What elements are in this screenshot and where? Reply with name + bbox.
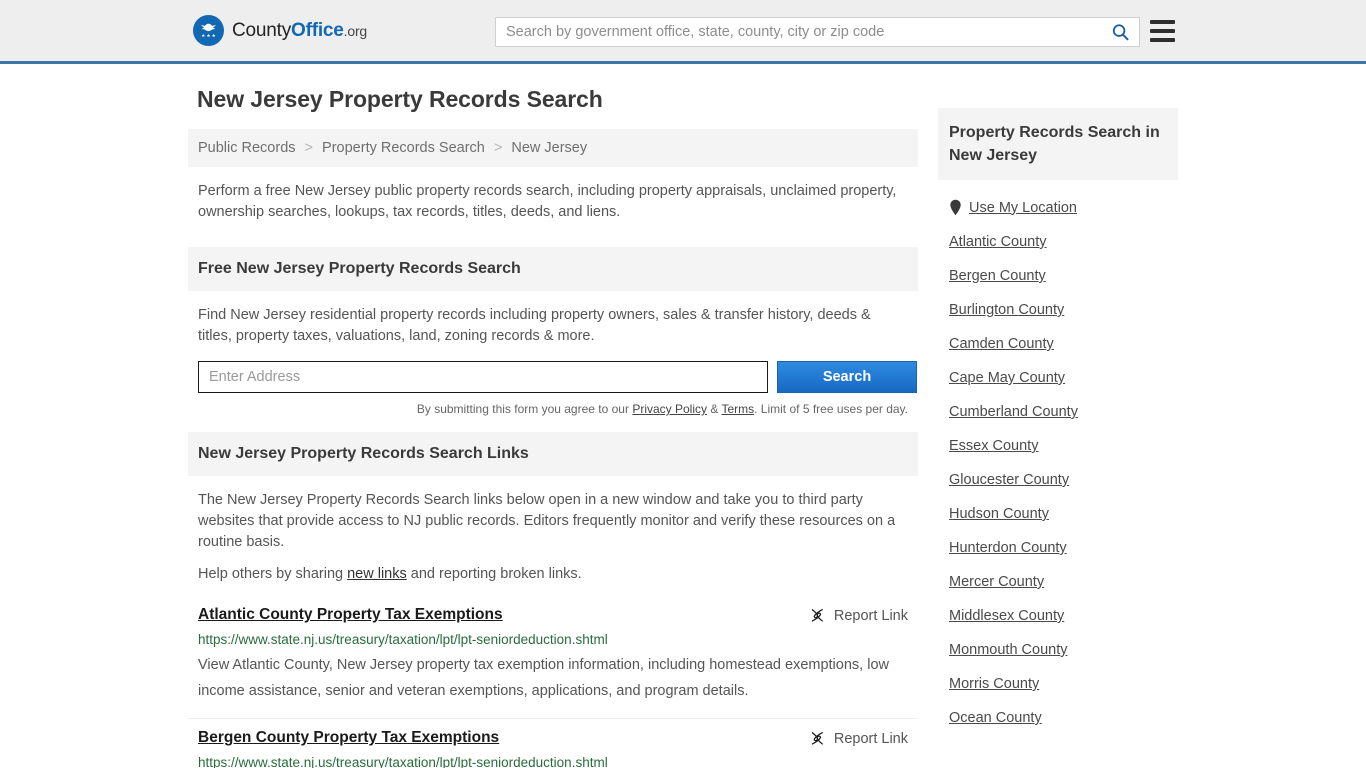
sidebar-item-county[interactable]: Mercer County bbox=[949, 565, 1167, 599]
main-content: New Jersey Property Records Search Publi… bbox=[188, 86, 918, 768]
link-result-item: Bergen County Property Tax Exemptions Re… bbox=[188, 719, 918, 768]
logo-text-office: Office bbox=[291, 20, 344, 41]
sidebar-item-county[interactable]: Morris County bbox=[949, 667, 1167, 701]
sidebar-item-county[interactable]: Atlantic County bbox=[949, 225, 1167, 259]
county-link[interactable]: Atlantic County bbox=[949, 234, 1047, 250]
result-description: View Atlantic County, New Jersey propert… bbox=[198, 652, 908, 704]
county-link[interactable]: Cape May County bbox=[949, 370, 1065, 386]
links-help-line: Help others by sharing new links and rep… bbox=[198, 564, 908, 585]
free-search-heading: Free New Jersey Property Records Search bbox=[188, 247, 918, 291]
legal-suffix: . Limit of 5 free uses per day. bbox=[754, 402, 908, 416]
county-link[interactable]: Burlington County bbox=[949, 302, 1064, 318]
result-title-link[interactable]: Atlantic County Property Tax Exemptions bbox=[198, 606, 503, 624]
sidebar: Property Records Search in New Jersey Us… bbox=[938, 86, 1178, 735]
eagle-shield-logo-icon bbox=[193, 15, 224, 46]
sidebar-item-county[interactable]: Gloucester County bbox=[949, 463, 1167, 497]
hamburger-bar bbox=[1150, 20, 1175, 24]
county-link[interactable]: Cumberland County bbox=[949, 404, 1078, 420]
sidebar-item-county[interactable]: Middlesex County bbox=[949, 599, 1167, 633]
report-link-label: Report Link bbox=[834, 731, 908, 747]
page-title: New Jersey Property Records Search bbox=[197, 86, 918, 113]
terms-link[interactable]: Terms bbox=[721, 402, 754, 416]
county-link[interactable]: Bergen County bbox=[949, 268, 1046, 284]
county-link[interactable]: Monmouth County bbox=[949, 642, 1067, 658]
breadcrumb-item-public-records[interactable]: Public Records bbox=[198, 140, 296, 156]
logo-text-org: .org bbox=[344, 23, 367, 39]
county-link[interactable]: Camden County bbox=[949, 336, 1054, 352]
result-url: https://www.state.nj.us/treasury/taxatio… bbox=[198, 755, 908, 768]
search-button[interactable]: Search bbox=[777, 361, 917, 393]
sidebar-item-county[interactable]: Hunterdon County bbox=[949, 531, 1167, 565]
hamburger-bar bbox=[1150, 29, 1175, 33]
site-logo[interactable]: CountyOffice.org bbox=[193, 15, 367, 46]
county-link[interactable]: Middlesex County bbox=[949, 608, 1064, 624]
result-title-link[interactable]: Bergen County Property Tax Exemptions bbox=[198, 729, 499, 747]
links-section-heading: New Jersey Property Records Search Links bbox=[188, 432, 918, 476]
free-search-description: Find New Jersey residential property rec… bbox=[198, 305, 908, 347]
help-prefix: Help others by sharing bbox=[198, 566, 347, 582]
sidebar-item-county[interactable]: Cumberland County bbox=[949, 395, 1167, 429]
new-links-link[interactable]: new links bbox=[347, 566, 407, 582]
sidebar-item-county[interactable]: Ocean County bbox=[949, 701, 1167, 735]
breadcrumb-separator: > bbox=[494, 140, 502, 156]
broken-link-icon bbox=[809, 730, 826, 747]
county-link[interactable]: Ocean County bbox=[949, 710, 1042, 726]
intro-paragraph: Perform a free New Jersey public propert… bbox=[188, 167, 918, 231]
links-section-paragraph: The New Jersey Property Records Search l… bbox=[198, 490, 908, 553]
map-pin-icon bbox=[949, 199, 962, 216]
breadcrumb-separator: > bbox=[305, 140, 313, 156]
report-link-button[interactable]: Report Link bbox=[809, 729, 908, 747]
help-suffix: and reporting broken links. bbox=[407, 566, 582, 582]
sidebar-item-county[interactable]: Bergen County bbox=[949, 259, 1167, 293]
report-link-button[interactable]: Report Link bbox=[809, 606, 908, 624]
county-link[interactable]: Essex County bbox=[949, 438, 1038, 454]
search-icon bbox=[1111, 23, 1130, 42]
sidebar-county-list: Use My Location Atlantic County Bergen C… bbox=[938, 180, 1178, 735]
broken-link-icon bbox=[809, 607, 826, 624]
sidebar-heading: Property Records Search in New Jersey bbox=[938, 108, 1178, 180]
page-body: New Jersey Property Records Search Publi… bbox=[0, 64, 1366, 768]
breadcrumb: Public Records > Property Records Search… bbox=[188, 129, 918, 167]
county-link[interactable]: Hudson County bbox=[949, 506, 1049, 522]
form-legal-text: By submitting this form you agree to our… bbox=[188, 402, 908, 416]
result-url: https://www.state.nj.us/treasury/taxatio… bbox=[198, 632, 908, 647]
breadcrumb-item-property-records-search[interactable]: Property Records Search bbox=[322, 140, 485, 156]
site-header: CountyOffice.org bbox=[0, 0, 1366, 64]
logo-wordmark: CountyOffice.org bbox=[232, 20, 367, 42]
link-result-item: Atlantic County Property Tax Exemptions … bbox=[188, 596, 918, 719]
sidebar-item-use-my-location[interactable]: Use My Location bbox=[949, 190, 1167, 225]
sidebar-item-county[interactable]: Monmouth County bbox=[949, 633, 1167, 667]
address-search-form: Search bbox=[198, 361, 908, 393]
hamburger-bar bbox=[1150, 38, 1175, 42]
privacy-policy-link[interactable]: Privacy Policy bbox=[632, 402, 707, 416]
county-link[interactable]: Morris County bbox=[949, 676, 1039, 692]
breadcrumb-item-new-jersey[interactable]: New Jersey bbox=[511, 140, 587, 156]
search-input[interactable] bbox=[496, 18, 1101, 46]
legal-amp: & bbox=[707, 402, 721, 416]
report-link-label: Report Link bbox=[834, 608, 908, 624]
sidebar-item-county[interactable]: Cape May County bbox=[949, 361, 1167, 395]
sidebar-item-county[interactable]: Hudson County bbox=[949, 497, 1167, 531]
sidebar-item-county[interactable]: Camden County bbox=[949, 327, 1167, 361]
sidebar-item-county[interactable]: Essex County bbox=[949, 429, 1167, 463]
use-my-location-link[interactable]: Use My Location bbox=[969, 200, 1077, 216]
logo-text-county: County bbox=[232, 20, 291, 41]
address-input[interactable] bbox=[198, 361, 768, 393]
county-link[interactable]: Gloucester County bbox=[949, 472, 1069, 488]
sidebar-item-county[interactable]: Burlington County bbox=[949, 293, 1167, 327]
search-submit-button[interactable] bbox=[1101, 18, 1139, 46]
county-link[interactable]: Hunterdon County bbox=[949, 540, 1067, 556]
legal-prefix: By submitting this form you agree to our bbox=[417, 402, 632, 416]
global-search-bar[interactable] bbox=[495, 17, 1140, 47]
hamburger-menu-icon[interactable] bbox=[1150, 20, 1175, 42]
county-link[interactable]: Mercer County bbox=[949, 574, 1044, 590]
